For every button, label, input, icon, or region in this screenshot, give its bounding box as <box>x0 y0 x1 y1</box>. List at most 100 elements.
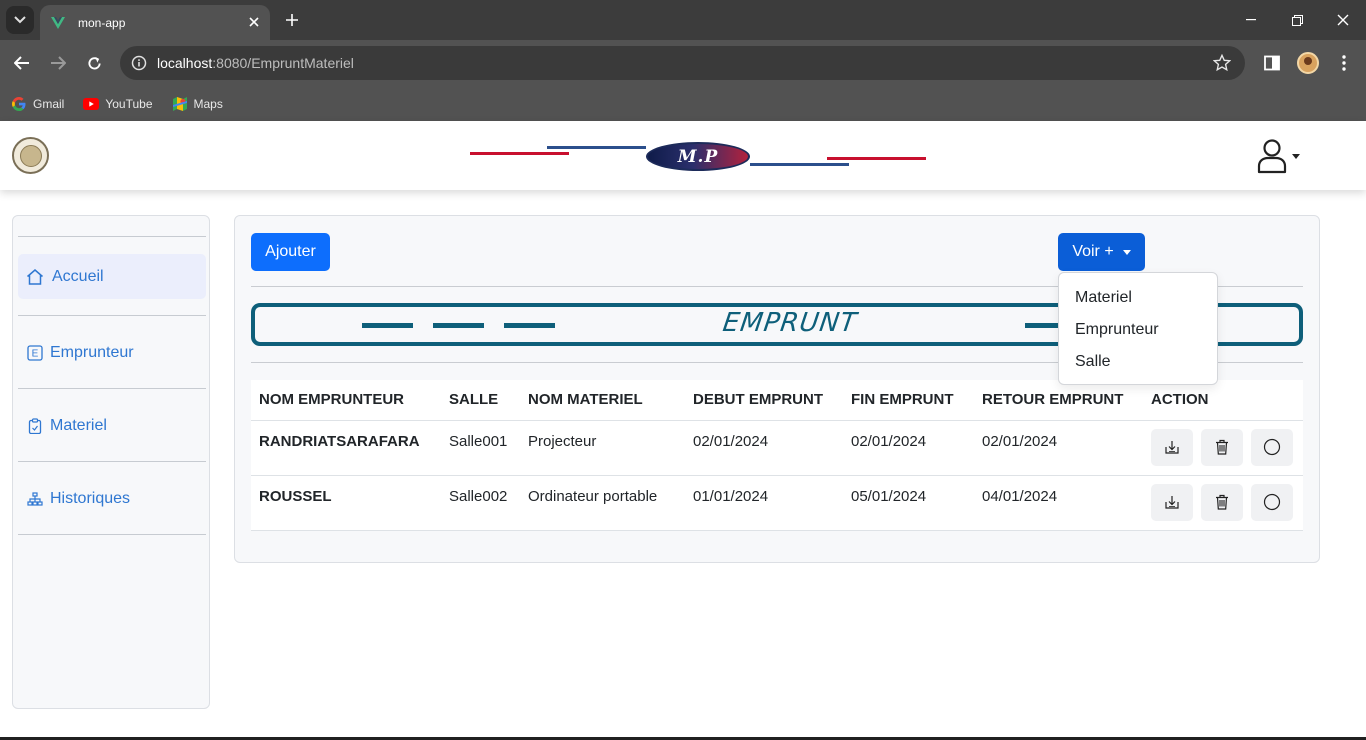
clipboard-icon <box>26 417 44 435</box>
bookmark-label: Gmail <box>33 96 65 111</box>
menu-item-emprunteur[interactable]: Emprunteur <box>1059 314 1217 346</box>
tab-title: mon-app <box>78 15 126 30</box>
back-button[interactable] <box>10 51 34 75</box>
kebab-menu-icon <box>1342 55 1346 71</box>
add-button[interactable]: Ajouter <box>251 233 330 271</box>
brand-line <box>547 146 646 149</box>
google-icon <box>11 96 27 112</box>
banner-dash <box>504 323 555 328</box>
trash-icon <box>1216 494 1228 510</box>
voir-plus-dropdown-button[interactable]: Voir + <box>1058 233 1145 271</box>
download-icon <box>1165 496 1179 509</box>
column-header: RETOUR EMPRUNT <box>974 380 1143 421</box>
arrow-right-icon <box>51 56 66 70</box>
row-actions <box>1151 483 1295 521</box>
address-bar[interactable]: localhost:8080/EmpruntMateriel <box>120 46 1245 80</box>
circle-icon <box>1263 438 1281 456</box>
sidebar-item-historiques[interactable]: Historiques <box>18 476 206 521</box>
brand-logo: M.P <box>470 141 930 173</box>
row-actions <box>1151 428 1295 466</box>
column-header: ACTION <box>1143 380 1303 421</box>
trash-icon <box>1216 439 1228 455</box>
column-header: NOM EMPRUNTEUR <box>251 380 441 421</box>
school-seal-icon <box>19 144 42 167</box>
cell-fin: 02/01/2024 <box>843 420 974 476</box>
bookmarks-bar: Gmail YouTube Maps <box>0 86 1366 121</box>
browser-tab[interactable]: mon-app <box>40 5 270 40</box>
delete-button[interactable] <box>1201 483 1243 521</box>
site-info-icon[interactable] <box>130 54 148 72</box>
close-icon <box>1337 14 1349 26</box>
bookmark-star-icon[interactable] <box>1213 54 1231 72</box>
home-icon <box>26 268 44 286</box>
menu-item-materiel[interactable]: Materiel <box>1059 282 1217 314</box>
main-panel: Ajouter Voir + EMPRUNT NOM EMPRUNTEUR SA… <box>234 215 1320 563</box>
table-header-row: NOM EMPRUNTEUR SALLE NOM MATERIEL DEBUT … <box>251 380 1303 421</box>
banner-dash <box>362 323 413 328</box>
minimize-button[interactable] <box>1228 0 1274 40</box>
vue-logo-icon <box>51 16 65 29</box>
side-panel-button[interactable] <box>1260 51 1284 75</box>
plus-icon <box>286 14 298 26</box>
divider <box>18 388 206 389</box>
cell-materiel: Ordinateur portable <box>520 475 685 531</box>
cell-salle: Salle001 <box>441 420 520 476</box>
download-button[interactable] <box>1151 428 1193 466</box>
column-header: FIN EMPRUNT <box>843 380 974 421</box>
close-window-button[interactable] <box>1320 0 1366 40</box>
minimize-icon <box>1246 19 1256 21</box>
table-row: RANDRIATSARAFARA Salle001 Projecteur 02/… <box>251 420 1303 476</box>
cell-materiel: Projecteur <box>520 420 685 476</box>
bookmark-gmail[interactable]: Gmail <box>11 96 64 112</box>
menu-item-salle[interactable]: Salle <box>1059 346 1217 378</box>
column-header: SALLE <box>441 380 520 421</box>
chevron-down-icon <box>14 16 26 24</box>
sidebar: Accueil E Emprunteur Materiel Historique… <box>12 215 210 709</box>
user-icon <box>1257 139 1287 174</box>
bookmark-maps[interactable]: Maps <box>172 96 223 112</box>
url-path: :8080/EmpruntMateriel <box>212 55 354 71</box>
reload-icon <box>87 56 101 69</box>
voir-plus-label: Voir + <box>1072 243 1114 260</box>
brand-line <box>470 152 569 155</box>
bookmark-youtube[interactable]: YouTube <box>83 96 153 112</box>
youtube-icon <box>83 96 100 112</box>
cell-fin: 05/01/2024 <box>843 475 974 531</box>
new-tab-button[interactable] <box>282 10 302 30</box>
divider <box>18 534 206 535</box>
delete-button[interactable] <box>1201 428 1243 466</box>
restore-icon <box>1291 14 1303 26</box>
restore-button[interactable] <box>1274 0 1320 40</box>
browser-menu-button[interactable] <box>1332 51 1356 75</box>
voir-plus-menu: Materiel Emprunteur Salle <box>1058 272 1218 385</box>
tab-close-icon[interactable] <box>246 14 262 30</box>
profile-button[interactable] <box>1296 51 1320 75</box>
status-toggle-button[interactable] <box>1251 483 1293 521</box>
app-header: M.P <box>0 121 1366 190</box>
divider <box>18 236 206 237</box>
bookmark-label: Maps <box>193 96 223 111</box>
divider <box>18 461 206 462</box>
banner-dash <box>433 323 484 328</box>
cell-emprunteur: ROUSSEL <box>251 475 441 531</box>
tab-search-button[interactable] <box>6 6 34 34</box>
sidebar-item-accueil[interactable]: Accueil <box>18 254 206 299</box>
sidebar-item-label: Emprunteur <box>50 343 134 361</box>
brand-line <box>750 163 849 166</box>
sidebar-item-materiel[interactable]: Materiel <box>18 403 206 448</box>
forward-button[interactable] <box>46 51 70 75</box>
school-logo[interactable] <box>12 137 49 174</box>
cell-actions <box>1143 475 1303 531</box>
url-text: localhost:8080/EmpruntMateriel <box>157 55 354 71</box>
download-button[interactable] <box>1151 483 1193 521</box>
cell-debut: 01/01/2024 <box>685 475 843 531</box>
status-toggle-button[interactable] <box>1251 428 1293 466</box>
sidebar-item-emprunteur[interactable]: E Emprunteur <box>18 330 206 375</box>
circle-icon <box>1263 493 1281 511</box>
cell-emprunteur: RANDRIATSARAFARA <box>251 420 441 476</box>
sidebar-item-label: Accueil <box>52 267 104 285</box>
banner-title: EMPRUNT <box>720 308 860 338</box>
reload-button[interactable] <box>82 51 106 75</box>
brand-line <box>827 157 926 160</box>
user-menu-toggle[interactable] <box>1256 137 1302 175</box>
